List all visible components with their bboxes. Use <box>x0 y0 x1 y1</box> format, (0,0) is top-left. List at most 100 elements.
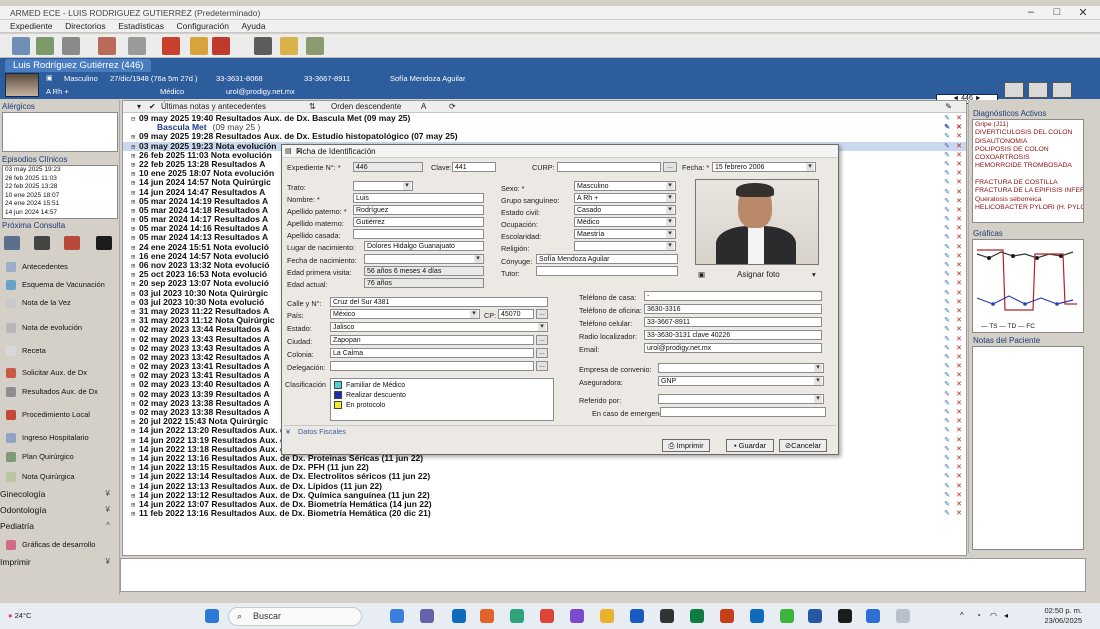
edit-icon[interactable]: ✎ <box>944 197 950 206</box>
edit-icon[interactable]: ✎ <box>944 261 950 270</box>
delete-icon[interactable]: ✕ <box>956 178 962 187</box>
edit-icon[interactable]: ✎ <box>944 142 950 151</box>
ap-materno-field[interactable]: Gutiérrez <box>353 217 484 227</box>
weather-widget[interactable]: ● 24°C <box>8 611 31 620</box>
network-icon[interactable]: ◔ <box>976 611 981 620</box>
start-icon[interactable] <box>205 609 219 623</box>
delete-icon[interactable]: ✕ <box>956 380 962 389</box>
delete-icon[interactable]: ✕ <box>956 270 962 279</box>
delete-icon[interactable]: ✕ <box>956 353 962 362</box>
edit-icon[interactable]: ✎ <box>944 123 950 132</box>
order-dropdown[interactable]: Orden descendente <box>331 102 401 111</box>
episode-item[interactable]: 26 feb 2025 11:03 <box>3 175 117 184</box>
expand-icon[interactable]: ⊞ <box>131 510 139 519</box>
class-protocolo[interactable]: En protocolo <box>334 401 385 409</box>
emergencia-field[interactable] <box>660 407 826 417</box>
coins-icon[interactable] <box>280 37 298 55</box>
delete-icon[interactable]: ✕ <box>956 298 962 307</box>
firefox-icon[interactable] <box>480 609 494 623</box>
delete-icon[interactable]: ✕ <box>956 335 962 344</box>
fecha-dropdown[interactable]: 15 febrero 2006 <box>712 162 816 172</box>
save-button[interactable]: ▪ Guardar <box>726 439 774 452</box>
delete-icon[interactable]: ✕ <box>956 261 962 270</box>
delete-icon[interactable]: ✕ <box>956 252 962 261</box>
delete-icon[interactable]: ✕ <box>956 491 962 500</box>
delete-icon[interactable]: ✕ <box>956 289 962 298</box>
delete-icon[interactable]: ✕ <box>956 279 962 288</box>
episode-item[interactable]: 22 feb 2025 13:28 <box>3 183 117 192</box>
conyuge-field[interactable]: Sofía Mendoza Aguilar <box>536 254 678 264</box>
app-icon[interactable] <box>838 609 852 623</box>
sidebar-item-solicitar-aux[interactable]: Solicitar Aux. de Dx <box>6 368 87 379</box>
app-icon[interactable] <box>808 609 822 623</box>
delete-icon[interactable]: ✕ <box>956 399 962 408</box>
id-card-icon[interactable] <box>1028 82 1048 98</box>
religion-dropdown[interactable] <box>574 241 676 251</box>
delete-icon[interactable]: ✕ <box>956 325 962 334</box>
delete-icon[interactable]: ✕ <box>956 408 962 417</box>
edit-icon[interactable]: ✎ <box>944 289 950 298</box>
delete-icon[interactable]: ✕ <box>956 224 962 233</box>
edit-icon[interactable]: ✎ <box>944 132 950 141</box>
delete-icon[interactable]: ✕ <box>956 160 962 169</box>
delete-icon[interactable]: ✕ <box>956 344 962 353</box>
estado-civil-dropdown[interactable]: Casado <box>574 205 676 215</box>
delete-icon[interactable]: ✕ <box>956 371 962 380</box>
diagnosis-item[interactable]: FRACTURA DE COSTILLA <box>973 179 1083 187</box>
menu-directorios[interactable]: Directorios <box>65 21 106 31</box>
edit-icon[interactable]: ✎ <box>944 482 950 491</box>
edit-icon[interactable]: ✎ <box>944 233 950 242</box>
print-button[interactable]: ⎙ Imprimir <box>662 439 710 452</box>
edit-icon[interactable]: ✎ <box>944 151 950 160</box>
diagnosis-item[interactable]: FRACTURA DE LA EPIFISIS INFER <box>973 187 1083 195</box>
edit-icon[interactable]: ✎ <box>944 362 950 371</box>
escolaridad-dropdown[interactable]: Maestría <box>574 229 676 239</box>
delete-icon[interactable]: ✕ <box>956 307 962 316</box>
edit-icon[interactable]: ✎ <box>944 408 950 417</box>
fecha-nac-dropdown[interactable] <box>364 254 484 264</box>
microscope-icon[interactable] <box>64 236 80 250</box>
teams-icon[interactable] <box>420 609 434 623</box>
delete-icon[interactable]: ✕ <box>956 206 962 215</box>
xray-icon[interactable] <box>34 236 50 250</box>
edit-icon[interactable]: ✎ <box>944 353 950 362</box>
sort-icon[interactable]: ⇅ <box>309 102 316 111</box>
sidebar-item-plan-quirurgico[interactable]: Plan Quirúrgico <box>6 452 74 463</box>
edit-icon[interactable]: ✎ <box>944 188 950 197</box>
avatar[interactable] <box>5 73 39 97</box>
edit-icon[interactable]: ✎ <box>944 390 950 399</box>
delete-icon[interactable]: ✕ <box>956 500 962 509</box>
menu-configuracion[interactable]: Configuración <box>177 21 229 31</box>
sidebar-item-resultados-aux[interactable]: Resultados Aux. de Dx <box>6 387 98 398</box>
sidebar-item-nota-evolucion[interactable]: Nota de evolución <box>6 323 82 334</box>
estado-dropdown[interactable]: Jalisco <box>330 322 548 332</box>
diagnosis-item[interactable]: COXOARTROSIS <box>973 154 1083 162</box>
delete-icon[interactable]: ✕ <box>956 114 962 123</box>
alert-icon[interactable] <box>162 37 180 55</box>
sidebar-item-antecedentes[interactable]: Antecedentes <box>6 262 68 273</box>
episode-item[interactable]: 03 may 2025 19:23 <box>3 166 117 175</box>
latest-notes-filter[interactable]: Últimas notas y antecedentes <box>161 102 266 111</box>
class-familiar[interactable]: Familiar de Médico <box>334 381 405 389</box>
menu-expediente[interactable]: Expediente <box>10 21 53 31</box>
agenda-icon[interactable] <box>306 37 324 55</box>
delete-icon[interactable]: ✕ <box>956 436 962 445</box>
radio-field[interactable]: 33-3630-3131 clave 40226 <box>644 330 822 340</box>
sexo-dropdown[interactable]: Masculino <box>574 181 676 191</box>
delete-icon[interactable]: ✕ <box>956 132 962 141</box>
delete-icon[interactable]: ✕ <box>956 390 962 399</box>
curp-lookup-button[interactable]: … <box>663 162 677 172</box>
email-field[interactable]: urol@prodigy.net.mx <box>644 343 822 353</box>
delete-icon[interactable]: ✕ <box>956 151 962 160</box>
edit-icon[interactable]: ✎ <box>944 371 950 380</box>
edit-icon[interactable]: ✎ <box>944 215 950 224</box>
diagnosis-item[interactable]: HEMORROIDE TROMBOSADA <box>973 162 1083 170</box>
delete-icon[interactable]: ✕ <box>956 509 962 518</box>
diagnosis-item[interactable]: Gripe (J11) <box>973 121 1083 129</box>
patient-notes-box[interactable] <box>972 346 1084 550</box>
maximize-icon[interactable]: □ <box>1044 6 1070 18</box>
delete-icon[interactable]: ✕ <box>956 215 962 224</box>
photo-menu-icon[interactable]: ▾ <box>812 270 816 279</box>
edit-icon[interactable]: ✎ <box>944 436 950 445</box>
chrome-icon[interactable] <box>540 609 554 623</box>
